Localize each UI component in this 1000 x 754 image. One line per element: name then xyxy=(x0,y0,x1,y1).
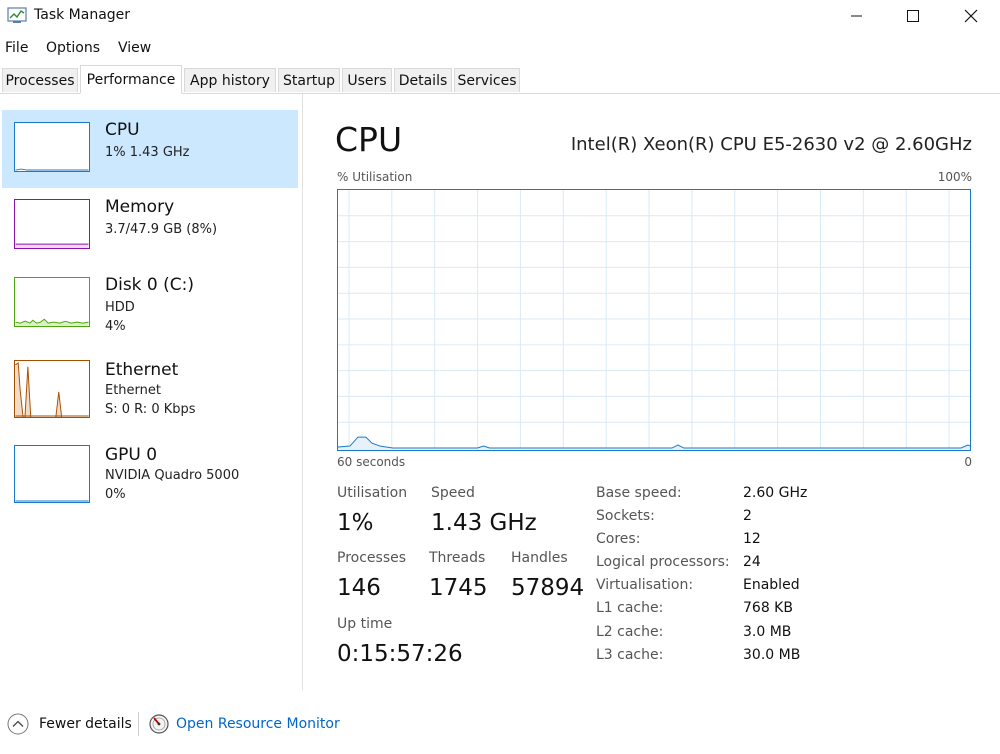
spec-key: Logical processors: xyxy=(596,554,730,570)
spec-value: 12 xyxy=(743,531,761,547)
cpu-utilisation-graph xyxy=(337,189,971,451)
open-resource-monitor-link[interactable]: Open Resource Monitor xyxy=(176,716,340,732)
spec-key: L2 cache: xyxy=(596,624,664,640)
ethernet-mini-graph xyxy=(14,360,90,418)
resource-detail: 0% xyxy=(105,487,126,502)
graph-time-label: 60 seconds xyxy=(337,455,406,469)
minimize-button[interactable] xyxy=(834,0,880,32)
processes-label: Processes xyxy=(337,550,407,566)
resource-monitor-icon[interactable] xyxy=(149,714,169,734)
handles-label: Handles xyxy=(511,550,568,566)
menu-file[interactable]: File xyxy=(5,40,28,56)
resource-item-gpu[interactable]: GPU 0 NVIDIA Quadro 5000 0% xyxy=(2,435,298,513)
resource-item-disk[interactable]: Disk 0 (C:) HDD 4% xyxy=(2,265,298,343)
fewer-details-link[interactable]: Fewer details xyxy=(39,716,132,732)
resource-subtitle: 1% 1.43 GHz xyxy=(105,145,190,160)
tab-processes[interactable]: Processes xyxy=(2,68,78,92)
spec-value: 30.0 MB xyxy=(743,647,801,663)
resource-subtitle: Ethernet xyxy=(105,383,161,398)
resource-subtitle: NVIDIA Quadro 5000 xyxy=(105,468,240,483)
footer-divider xyxy=(138,712,139,736)
resource-title: Memory xyxy=(105,197,175,217)
close-button[interactable] xyxy=(948,0,994,32)
resource-title: Ethernet xyxy=(105,360,179,380)
tab-startup[interactable]: Startup xyxy=(278,68,340,92)
spec-value: 768 KB xyxy=(743,600,793,616)
cpu-model-name: Intel(R) Xeon(R) CPU E5-2630 v2 @ 2.60GH… xyxy=(570,134,972,155)
spec-key: Base speed: xyxy=(596,485,682,501)
tab-users[interactable]: Users xyxy=(342,68,392,92)
spec-key: L3 cache: xyxy=(596,647,664,663)
processes-value: 146 xyxy=(337,575,381,601)
menu-view[interactable]: View xyxy=(118,40,151,56)
spec-value: 2 xyxy=(743,508,752,524)
resource-detail: 4% xyxy=(105,319,126,334)
chevron-up-circle-icon[interactable] xyxy=(7,713,29,735)
resource-title: CPU xyxy=(105,120,140,140)
spec-key: Cores: xyxy=(596,531,641,547)
tab-details[interactable]: Details xyxy=(394,68,452,92)
uptime-value: 0:15:57:26 xyxy=(337,641,463,667)
resource-item-ethernet[interactable]: Ethernet Ethernet S: 0 R: 0 Kbps xyxy=(2,350,298,428)
window-title: Task Manager xyxy=(34,7,131,23)
resource-subtitle: 3.7/47.9 GB (8%) xyxy=(105,222,218,237)
spec-key: L1 cache: xyxy=(596,600,664,616)
resource-subtitle: HDD xyxy=(105,300,135,315)
resource-title: GPU 0 xyxy=(105,445,158,465)
spec-key: Virtualisation: xyxy=(596,577,694,593)
threads-value: 1745 xyxy=(429,575,488,601)
handles-value: 57894 xyxy=(511,575,585,601)
uptime-label: Up time xyxy=(337,616,393,632)
spec-value: 24 xyxy=(743,554,761,570)
speed-label: Speed xyxy=(431,485,475,501)
utilisation-value: 1% xyxy=(337,510,374,536)
memory-mini-graph xyxy=(14,199,90,249)
resource-item-cpu[interactable]: CPU 1% 1.43 GHz xyxy=(2,110,298,188)
gpu-mini-graph xyxy=(14,445,90,503)
threads-label: Threads xyxy=(429,550,486,566)
spec-value: Enabled xyxy=(743,577,800,593)
graph-min-label: 0 xyxy=(964,455,972,469)
spec-value: 2.60 GHz xyxy=(743,485,808,501)
speed-value: 1.43 GHz xyxy=(431,510,537,536)
cpu-mini-graph xyxy=(14,122,90,172)
utilisation-label: Utilisation xyxy=(337,485,408,501)
minimize-icon xyxy=(851,15,862,17)
close-icon xyxy=(964,9,978,23)
tab-app-history[interactable]: App history xyxy=(184,68,276,92)
spec-value: 3.0 MB xyxy=(743,624,792,640)
title-bar: Task Manager xyxy=(0,0,1000,34)
resource-detail: S: 0 R: 0 Kbps xyxy=(105,402,196,417)
resource-item-memory[interactable]: Memory 3.7/47.9 GB (8%) xyxy=(2,187,298,265)
graph-y-label: % Utilisation xyxy=(337,170,413,184)
tab-performance[interactable]: Performance xyxy=(80,65,182,94)
task-manager-icon xyxy=(7,7,27,23)
spec-key: Sockets: xyxy=(596,508,655,524)
resource-list: CPU 1% 1.43 GHz Memory 3.7/47.9 GB (8%) … xyxy=(0,94,303,690)
tab-bar: Processes Performance App history Startu… xyxy=(0,65,1000,94)
graph-max-label: 100% xyxy=(937,170,972,184)
page-title: CPU xyxy=(335,120,403,159)
tab-services[interactable]: Services xyxy=(454,68,520,92)
maximize-icon xyxy=(907,10,919,22)
resource-title: Disk 0 (C:) xyxy=(105,275,195,295)
disk-mini-graph xyxy=(14,277,90,327)
maximize-button[interactable] xyxy=(890,0,936,32)
menu-options[interactable]: Options xyxy=(46,40,100,56)
